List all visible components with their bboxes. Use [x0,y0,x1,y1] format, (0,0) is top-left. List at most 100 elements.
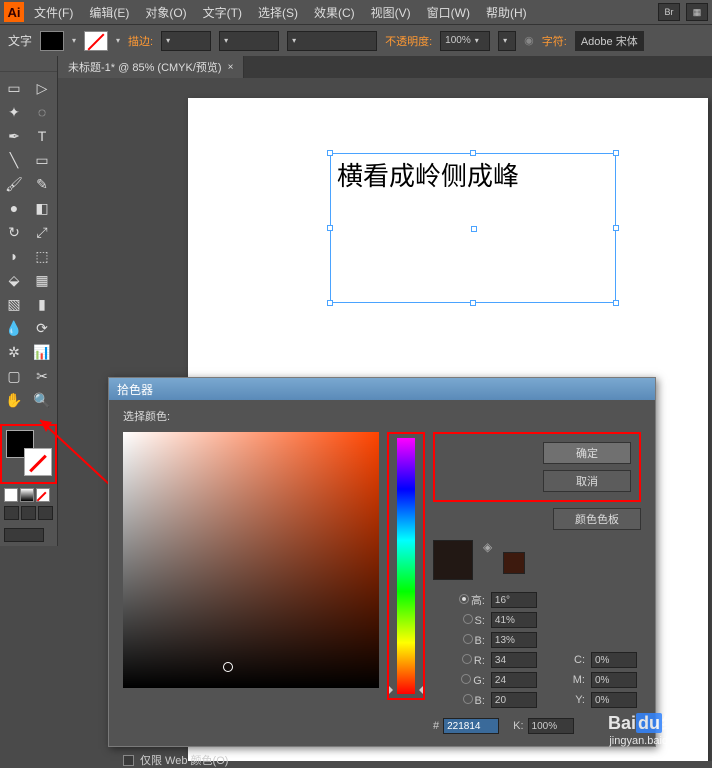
screen-mode-icon[interactable] [4,528,44,542]
line-tool[interactable]: ╲ [0,148,28,172]
pen-tool[interactable]: ✒ [0,124,28,148]
center-point-icon [471,226,477,232]
rectangle-tool[interactable]: ▭ [28,148,56,172]
selection-tool[interactable]: ▭ [0,76,28,100]
g-radio[interactable] [461,674,471,684]
g-input[interactable] [491,672,537,688]
tab-title: 未标题-1* @ 85% (CMYK/预览) [68,59,222,75]
magic-wand-tool[interactable]: ✦ [0,100,28,124]
pencil-tool[interactable]: ✎ [28,172,56,196]
fill-swatch[interactable] [40,31,64,51]
ok-button[interactable]: 确定 [543,442,631,464]
free-transform-tool[interactable]: ⬚ [28,244,56,268]
paintbrush-tool[interactable]: 🖌 [0,172,28,196]
menu-help[interactable]: 帮助(H) [480,4,533,21]
s-input[interactable] [491,612,537,628]
menu-type[interactable]: 文字(T) [197,4,248,21]
color-value-fields: 高: S: B: R: C: G: M: B: Y: [433,592,641,708]
handle-icon[interactable] [327,150,333,156]
gradient-tool[interactable]: ▮ [28,292,56,316]
c-label: C: [547,654,585,666]
zoom-tool[interactable]: 🔍 [28,388,56,412]
draw-inside-icon[interactable] [38,506,53,520]
handle-icon[interactable] [470,300,476,306]
opacity-input[interactable]: 100%▾ [440,31,490,51]
stroke-weight-dropdown[interactable]: ▾ [161,31,211,51]
mesh-tool[interactable]: ▧ [0,292,28,316]
menu-file[interactable]: 文件(F) [28,4,79,21]
menu-edit[interactable]: 编辑(E) [83,4,135,21]
bb-input[interactable] [491,692,537,708]
web-only-checkbox[interactable] [123,755,134,766]
hex-input[interactable] [443,718,499,734]
hue-slider[interactable] [397,438,415,694]
eraser-tool[interactable]: ◧ [28,196,56,220]
h-radio[interactable] [459,594,469,604]
b-input[interactable] [491,632,537,648]
handle-icon[interactable] [327,300,333,306]
k-input[interactable] [528,718,574,734]
text-content: 横看成岭侧成峰 [331,154,615,195]
direct-selection-tool[interactable]: ▷ [28,76,56,100]
bridge-button[interactable]: Br [658,3,680,21]
toolbar-stroke-swatch[interactable] [24,448,52,476]
type-tool[interactable]: T [28,124,56,148]
current-color-preview [503,552,525,574]
tab-close-icon[interactable]: × [228,62,234,73]
artboard-tool[interactable]: ▢ [0,364,28,388]
swatches-button[interactable]: 颜色色板 [553,508,641,530]
saturation-value-field[interactable] [123,432,379,688]
blend-tool[interactable]: ⟳ [28,316,56,340]
handle-icon[interactable] [613,225,619,231]
m-input[interactable] [591,672,637,688]
b-radio[interactable] [463,634,473,644]
font-family-dropdown[interactable]: Adobe 宋体 [575,31,644,51]
rotate-tool[interactable]: ↻ [0,220,28,244]
b-label: B: [433,634,485,647]
gradient-mode-icon[interactable] [20,488,34,502]
dialog-buttons: 确定 取消 [433,432,641,502]
m-label: M: [547,674,585,686]
lasso-tool[interactable]: ◌ [28,100,56,124]
perspective-tool[interactable]: ▦ [28,268,56,292]
eyedropper-tool[interactable]: 💧 [0,316,28,340]
menu-object[interactable]: 对象(O) [139,4,192,21]
menu-select[interactable]: 选择(S) [252,4,304,21]
blob-brush-tool[interactable]: ● [0,196,28,220]
color-picker-dialog: 拾色器 选择颜色: 确定 取消 颜色色板 ◈ [108,377,656,747]
menu-window[interactable]: 窗口(W) [421,4,476,21]
style-dropdown[interactable]: ▾ [498,31,516,51]
handle-icon[interactable] [327,225,333,231]
hand-tool[interactable]: ✋ [0,388,28,412]
menu-view[interactable]: 视图(V) [365,4,417,21]
r-radio[interactable] [462,654,472,664]
menu-effect[interactable]: 效果(C) [308,4,361,21]
slice-tool[interactable]: ✂ [28,364,56,388]
variable-width-dropdown[interactable]: ▾ [219,31,279,51]
color-mode-icon[interactable] [4,488,18,502]
stroke-swatch[interactable] [84,31,108,51]
graph-tool[interactable]: 📊 [28,340,56,364]
draw-behind-icon[interactable] [21,506,36,520]
y-input[interactable] [591,692,637,708]
none-mode-icon[interactable] [36,488,50,502]
cancel-button[interactable]: 取消 [543,470,631,492]
bb-radio[interactable] [463,694,473,704]
document-tab[interactable]: 未标题-1* @ 85% (CMYK/预览) × [58,56,244,78]
brush-dropdown[interactable]: ▾ [287,31,377,51]
draw-normal-icon[interactable] [4,506,19,520]
shape-builder-tool[interactable]: ⬙ [0,268,28,292]
handle-icon[interactable] [613,300,619,306]
r-input[interactable] [491,652,537,668]
scale-tool[interactable]: ⤢ [28,220,56,244]
c-input[interactable] [591,652,637,668]
width-tool[interactable]: ◗ [0,244,28,268]
h-input[interactable] [491,592,537,608]
symbol-sprayer-tool[interactable]: ✲ [0,340,28,364]
text-frame[interactable]: 横看成岭侧成峰 [330,153,616,303]
handle-icon[interactable] [613,150,619,156]
handle-icon[interactable] [470,150,476,156]
fill-stroke-swatch-area[interactable] [0,424,57,484]
arrange-button[interactable]: ▦ [686,3,708,21]
s-radio[interactable] [463,614,473,624]
